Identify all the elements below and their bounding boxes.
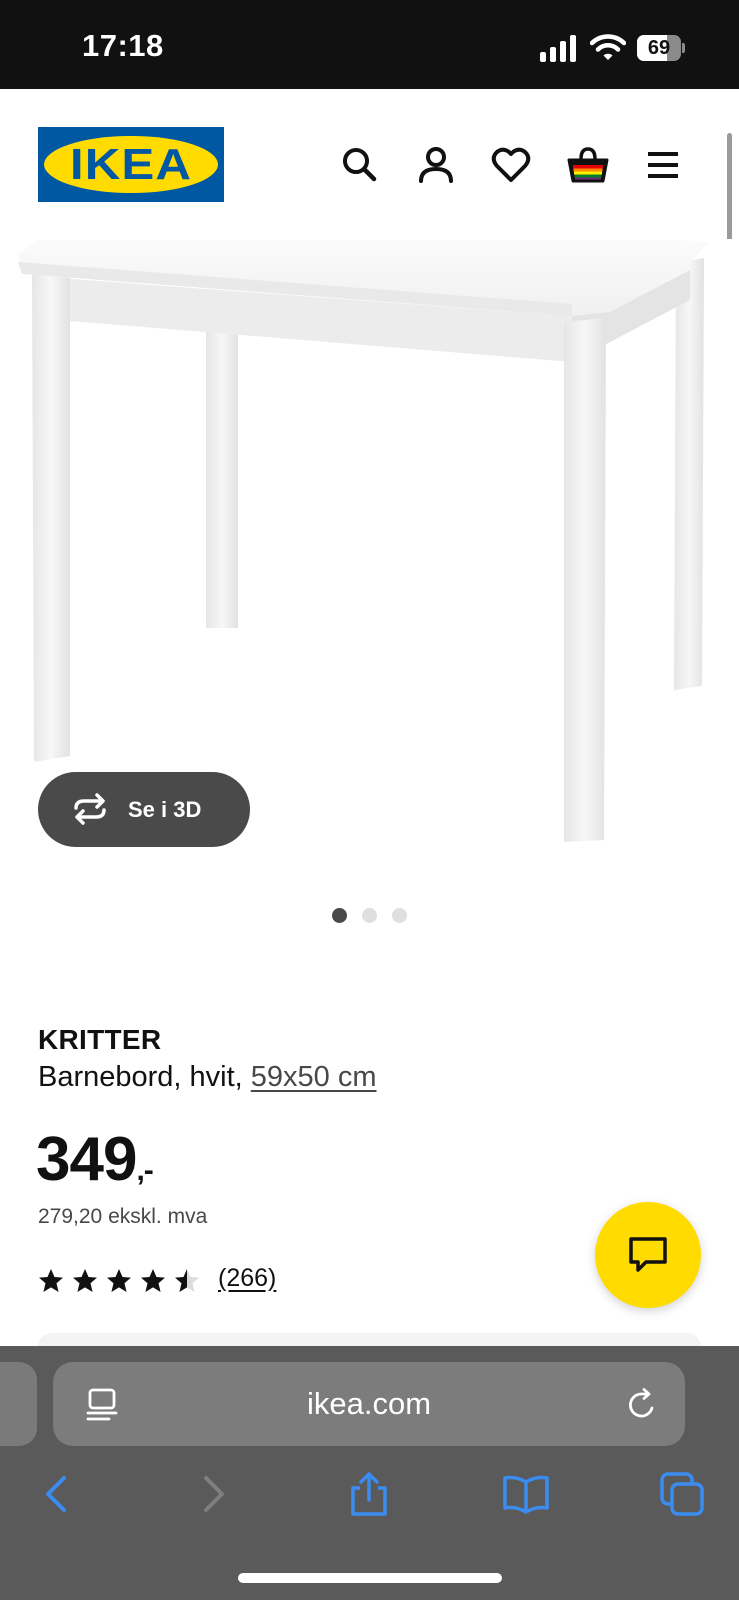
heart-icon[interactable] xyxy=(489,143,533,187)
battery-level: 69 xyxy=(647,37,671,59)
wifi-icon xyxy=(590,34,626,60)
chat-icon xyxy=(629,1237,667,1272)
status-time: 17:18 xyxy=(82,28,164,63)
share-icon[interactable] xyxy=(345,1470,393,1518)
star-icon xyxy=(39,1269,63,1292)
view-3d-label: Se i 3D xyxy=(128,797,202,822)
product-rating[interactable]: (266) xyxy=(38,1264,298,1298)
url-text: ikea.com xyxy=(306,1386,432,1421)
star-icon xyxy=(141,1269,165,1292)
star-icon xyxy=(107,1269,131,1292)
reload-icon[interactable] xyxy=(625,1388,659,1422)
product-price: 349,- xyxy=(36,1124,154,1195)
product-image[interactable] xyxy=(0,239,739,859)
product-type: Barnebord, hvit, xyxy=(38,1061,251,1093)
account-icon[interactable] xyxy=(414,143,458,187)
rotate-3d-icon xyxy=(74,793,106,825)
price-value: 349 xyxy=(36,1125,137,1194)
status-bar: 17:18 69 xyxy=(0,0,739,89)
battery-icon: 69 xyxy=(637,35,685,61)
previous-tab-preview[interactable] xyxy=(0,1362,37,1446)
price-ex-vat: 279,20 ekskl. mva xyxy=(38,1205,208,1228)
signal-icon xyxy=(540,34,578,62)
menu-icon[interactable] xyxy=(641,143,685,187)
back-icon[interactable] xyxy=(32,1470,80,1518)
forward-icon[interactable] xyxy=(190,1470,238,1518)
shopping-bag-icon[interactable] xyxy=(565,143,611,187)
chat-button[interactable] xyxy=(595,1202,701,1308)
bookmarks-icon[interactable] xyxy=(502,1470,550,1518)
ikea-logo[interactable]: IKEA xyxy=(38,127,224,202)
star-icon xyxy=(73,1269,97,1292)
browser-toolbar: ikea.com xyxy=(0,1346,739,1600)
table-illustration xyxy=(18,240,710,842)
half-star-icon xyxy=(175,1269,199,1292)
gallery-pagination xyxy=(330,906,410,924)
view-3d-button[interactable]: Se i 3D xyxy=(38,772,250,847)
product-description: Barnebord, hvit, 59x50 cm xyxy=(38,1061,377,1094)
gallery-dot-1[interactable] xyxy=(332,908,347,923)
product-size-link[interactable]: 59x50 cm xyxy=(251,1061,377,1093)
logo-text: IKEA xyxy=(69,140,193,189)
home-indicator xyxy=(238,1573,502,1583)
price-suffix: ,- xyxy=(136,1154,153,1187)
address-bar[interactable]: ikea.com xyxy=(53,1362,685,1446)
search-icon[interactable] xyxy=(338,143,382,187)
review-count-link[interactable]: (266) xyxy=(218,1264,276,1293)
gallery-dot-2[interactable] xyxy=(362,908,377,923)
gallery-dot-3[interactable] xyxy=(392,908,407,923)
site-header: IKEA xyxy=(0,89,739,239)
product-name: KRITTER xyxy=(38,1024,162,1055)
tabs-icon[interactable] xyxy=(658,1470,706,1518)
